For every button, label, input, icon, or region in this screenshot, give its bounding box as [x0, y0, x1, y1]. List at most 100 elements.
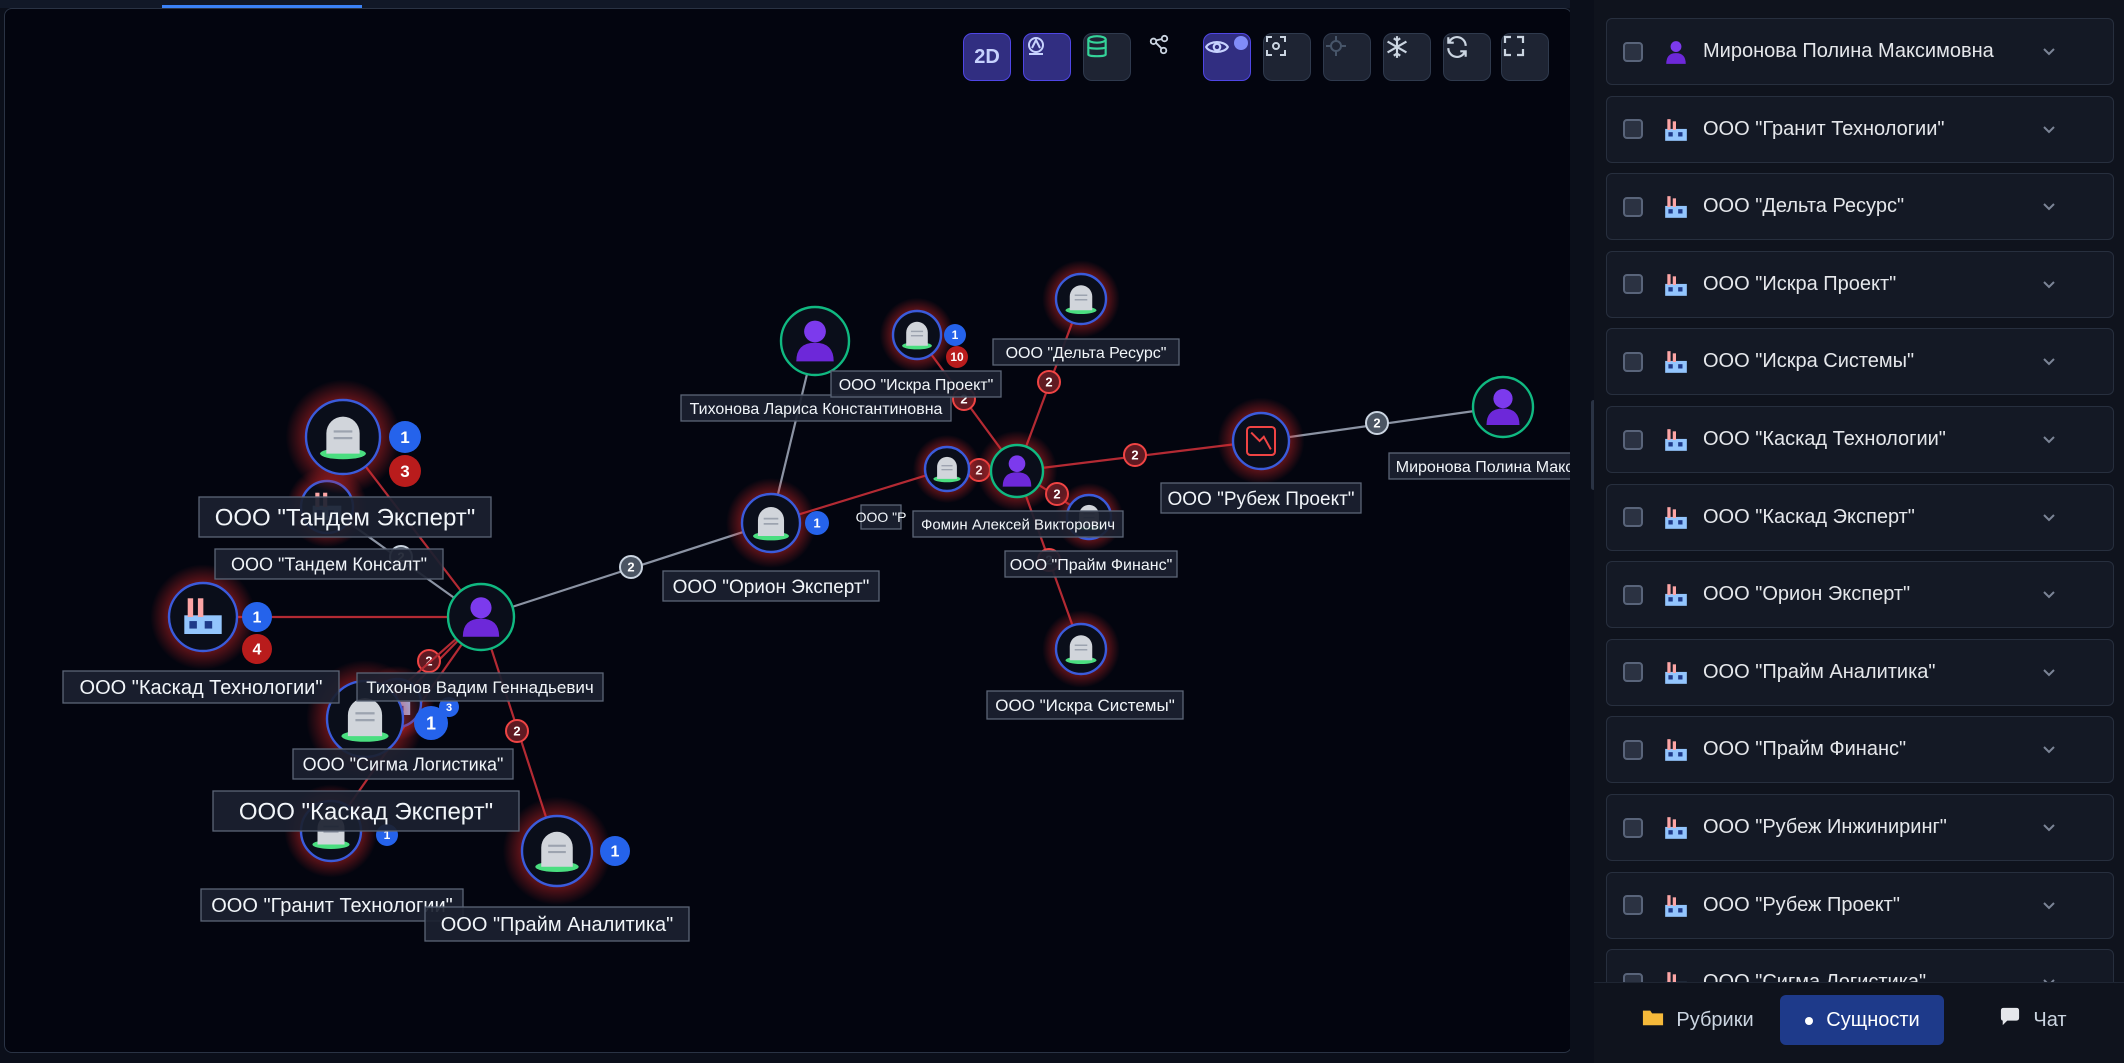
- graph-svg[interactable]: 22222222222111013143111Тихонов Вадим Ген…: [5, 9, 1571, 1052]
- node-label-text: ООО "Каскад Технологии": [80, 677, 323, 699]
- node-label-kaskad-tekhnologii[interactable]: ООО "Каскад Технологии": [62, 670, 340, 704]
- entity-name: ООО "Искра Системы": [1703, 350, 1915, 373]
- entity-checkbox[interactable]: [1623, 739, 1643, 760]
- entity-name: ООО "Рубеж Инжиниринг": [1703, 816, 1947, 838]
- entity-row[interactable]: ООО "Искра Системы": [1606, 328, 2114, 396]
- chevron-down-icon[interactable]: [2041, 45, 2057, 57]
- entity-row[interactable]: ООО "Искра Проект": [1606, 250, 2114, 318]
- factory-icon: [1663, 970, 1689, 982]
- node-label-delta-resurs[interactable]: ООО "Дельта Ресурс": [992, 338, 1180, 366]
- chevron-down-icon[interactable]: [2041, 588, 2057, 600]
- mode-2d-button[interactable]: 2D: [963, 33, 1011, 81]
- graph-node-delta-resurs[interactable]: [1042, 260, 1120, 338]
- entity-checkbox[interactable]: [1623, 274, 1643, 295]
- node-label-praym-analitika[interactable]: ООО "Прайм Аналитика": [424, 906, 690, 942]
- factory-icon: [1663, 427, 1689, 453]
- graph-canvas[interactable]: 22222222222111013143111Тихонов Вадим Ген…: [4, 8, 1572, 1053]
- node-label-text: Тихонов Вадим Геннадьевич: [366, 678, 593, 697]
- node-label-text: ООО "Сигма Логистика": [303, 754, 504, 774]
- entity-name: ООО "Каскад Технологии": [1703, 428, 1946, 450]
- entity-checkbox[interactable]: [1623, 817, 1643, 838]
- entity-checkbox[interactable]: [1623, 895, 1643, 916]
- node-label-tandem-expert[interactable]: ООО "Тандем Эксперт": [198, 496, 492, 538]
- node-label-text: ООО "Тандем Эксперт": [215, 505, 476, 532]
- entity-row[interactable]: Миронова Полина Максимовна: [1606, 18, 2114, 85]
- database-button[interactable]: [1083, 33, 1131, 81]
- node-label-praym-finans[interactable]: ООО "Прайм Финанс": [1004, 550, 1178, 578]
- node-label-text: ООО "Искра Системы": [995, 696, 1174, 715]
- chevron-down-icon[interactable]: [2041, 511, 2057, 523]
- node-label-hidden-company[interactable]: ООО "Р: [856, 504, 907, 530]
- entity-row[interactable]: ООО "Орион Эксперт": [1606, 561, 2114, 629]
- node-count-text: 1: [400, 428, 409, 447]
- chevron-down-icon[interactable]: [2041, 899, 2057, 911]
- chevron-down-icon[interactable]: [2041, 821, 2057, 833]
- focus-button[interactable]: [1323, 33, 1371, 81]
- node-label-tikhonova-larisa[interactable]: Тихонова Лариса Константиновна: [680, 394, 952, 422]
- node-label-tandem-konsalt[interactable]: ООО "Тандем Консалт": [214, 548, 444, 580]
- entity-checkbox[interactable]: [1623, 119, 1643, 140]
- tab-rubrics[interactable]: Рубрики: [1628, 995, 1768, 1045]
- graph-node-mironova-polina[interactable]: [1471, 375, 1535, 439]
- entity-name: ООО "Прайм Аналитика": [1703, 660, 1936, 683]
- fullscreen-button[interactable]: [1501, 33, 1549, 81]
- entity-row[interactable]: ООО "Прайм Аналитика": [1606, 638, 2114, 706]
- node-label-text: ООО "Гранит Технологии": [211, 895, 452, 917]
- node-label-orion-expert[interactable]: ООО "Орион Эксперт": [662, 570, 880, 602]
- chevron-down-icon[interactable]: [2041, 200, 2057, 212]
- entity-checkbox[interactable]: [1623, 351, 1643, 372]
- entity-checkbox[interactable]: [1623, 429, 1643, 450]
- chevron-down-icon[interactable]: [2041, 355, 2057, 367]
- entity-row[interactable]: ООО "Каскад Эксперт": [1606, 483, 2114, 551]
- node-label-fomin-aleksey[interactable]: Фомин Алексей Викторович: [912, 510, 1124, 538]
- graph-node-fomin-aleksey[interactable]: [976, 430, 1058, 512]
- graph-node-orion-expert[interactable]: [726, 478, 816, 568]
- entity-row[interactable]: ООО "Прайм Финанс": [1606, 716, 2114, 784]
- graph-node-tikhonov-vadim[interactable]: [446, 582, 516, 652]
- entity-row[interactable]: ООО "Гранит Технологии": [1606, 95, 2114, 163]
- entity-checkbox[interactable]: [1623, 584, 1643, 605]
- screenshot-button[interactable]: [1263, 33, 1311, 81]
- graph-node-iskra-proekt[interactable]: [879, 297, 955, 373]
- tab-entities[interactable]: Сущности: [1780, 995, 1944, 1045]
- chevron-down-icon[interactable]: [2041, 743, 2057, 755]
- graph-node-rubezh-proekt[interactable]: [1217, 397, 1305, 485]
- freeze-button[interactable]: [1383, 33, 1431, 81]
- chevron-down-icon[interactable]: [2041, 666, 2057, 678]
- node-count-text: 1: [611, 844, 620, 861]
- node-label-rubezh-proekt[interactable]: ООО "Рубеж Проект": [1160, 482, 1362, 514]
- entities-panel: Миронова Полина Максимовна ООО "Гранит Те…: [1594, 0, 2124, 1063]
- node-label-mironova-polina[interactable]: Миронова Полина Макси: [1388, 452, 1571, 480]
- graph-node-hidden-company[interactable]: [912, 434, 982, 504]
- chevron-down-icon[interactable]: [2041, 278, 2057, 290]
- entity-row[interactable]: ООО "Каскад Технологии": [1606, 406, 2114, 473]
- entity-row[interactable]: ООО "Сигма Логистика": [1606, 949, 2114, 982]
- node-label-tikhonov-vadim[interactable]: Тихонов Вадим Геннадьевич: [356, 672, 604, 702]
- node-label-sigma-logistika[interactable]: ООО "Сигма Логистика": [292, 748, 514, 780]
- graph-node-iskra-sistemy[interactable]: [1042, 610, 1120, 688]
- chevron-down-icon[interactable]: [2041, 433, 2057, 445]
- tab-chat[interactable]: Чат: [1978, 995, 2088, 1045]
- refresh-button[interactable]: [1443, 33, 1491, 81]
- entity-row[interactable]: ООО "Рубеж Инжиниринг": [1606, 794, 2114, 861]
- entity-checkbox[interactable]: [1623, 662, 1643, 683]
- entity-checkbox[interactable]: [1623, 196, 1643, 217]
- node-label-granit-tekhnologii[interactable]: ООО "Гранит Технологии": [200, 888, 464, 922]
- node-count-badge: 3: [389, 455, 421, 487]
- graph-node-kaskad-tekhnologii[interactable]: [150, 564, 256, 670]
- graph-links-button[interactable]: [1147, 33, 1195, 81]
- node-label-kaskad-expert[interactable]: ООО "Каскад Эксперт": [212, 790, 520, 832]
- visibility-button[interactable]: [1203, 33, 1251, 81]
- entity-row[interactable]: ООО "Рубеж Проект": [1606, 871, 2114, 939]
- factory-icon: [1663, 815, 1689, 841]
- graph-node-tikhonova-larisa[interactable]: [779, 305, 851, 377]
- entity-row[interactable]: ООО "Дельта Ресурс": [1606, 173, 2114, 241]
- chevron-down-icon[interactable]: [2041, 123, 2057, 135]
- entity-checkbox[interactable]: [1623, 507, 1643, 528]
- node-label-iskra-proekt[interactable]: ООО "Искра Проект": [830, 370, 1002, 398]
- layout-button[interactable]: [1023, 33, 1071, 81]
- graph-node-tandem-expert[interactable]: [285, 379, 401, 495]
- entity-checkbox[interactable]: [1623, 972, 1643, 982]
- entity-checkbox[interactable]: [1623, 41, 1643, 62]
- node-label-iskra-sistemy[interactable]: ООО "Искра Системы": [986, 690, 1184, 720]
